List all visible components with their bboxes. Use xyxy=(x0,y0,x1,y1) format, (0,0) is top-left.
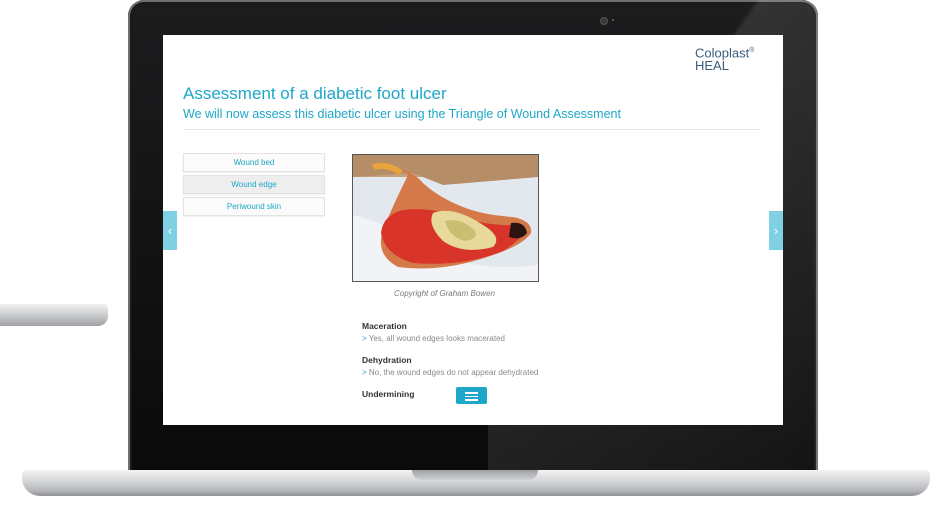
dehydration-value: > No, the wound edges do not appear dehy… xyxy=(362,367,542,379)
camera-indicator xyxy=(612,19,614,21)
dehydration-title: Dehydration xyxy=(362,355,412,365)
chevron-left-icon: ‹ xyxy=(167,223,173,238)
maceration-block: Maceration > Yes, all wound edges looks … xyxy=(362,321,542,345)
brand-logo: Coloplast® HEAL xyxy=(695,44,779,72)
chevron-right-icon: › xyxy=(773,223,779,238)
laptop-side-edge xyxy=(0,304,108,326)
dehydration-answer: No, the wound edges do not appear dehydr… xyxy=(368,368,539,377)
page-subtitle: We will now assess this diabetic ulcer u… xyxy=(183,107,621,121)
page-title: Assessment of a diabetic foot ulcer xyxy=(183,84,447,103)
laptop-notch xyxy=(412,470,538,480)
undermining-block: Undermining xyxy=(362,387,542,404)
undermining-menu-button[interactable] xyxy=(456,387,487,404)
camera-icon xyxy=(600,17,608,25)
tab-periwound-skin[interactable]: Periwound skin xyxy=(183,197,325,216)
menu-icon xyxy=(465,392,478,394)
bullet-arrow-icon: > xyxy=(362,368,367,377)
wound-photo xyxy=(352,154,539,282)
assessment-details: Maceration > Yes, all wound edges looks … xyxy=(362,321,542,413)
menu-icon-line xyxy=(465,395,478,397)
bullet-arrow-icon: > xyxy=(362,334,367,343)
menu-icon-line xyxy=(465,399,478,401)
header-divider xyxy=(183,129,761,130)
brand-registered: ® xyxy=(749,47,755,54)
undermining-title: Undermining xyxy=(362,389,415,399)
maceration-title: Maceration xyxy=(362,321,407,331)
tab-wound-edge[interactable]: Wound edge xyxy=(183,175,325,194)
assessment-tabs: Wound bed Wound edge Periwound skin xyxy=(183,153,325,219)
app-screen: Coloplast® HEAL Assessment of a diabetic… xyxy=(163,35,783,425)
dehydration-block: Dehydration > No, the wound edges do not… xyxy=(362,355,542,379)
maceration-answer: Yes, all wound edges looks macerated xyxy=(368,334,505,343)
prev-button[interactable]: ‹ xyxy=(163,211,177,250)
brand-product: HEAL xyxy=(695,58,729,74)
wound-photo-illustration xyxy=(353,155,538,281)
next-button[interactable]: › xyxy=(769,211,783,250)
photo-caption: Copyright of Graham Bowen xyxy=(394,289,495,298)
maceration-value: > Yes, all wound edges looks macerated xyxy=(362,333,542,345)
tab-wound-bed[interactable]: Wound bed xyxy=(183,153,325,172)
